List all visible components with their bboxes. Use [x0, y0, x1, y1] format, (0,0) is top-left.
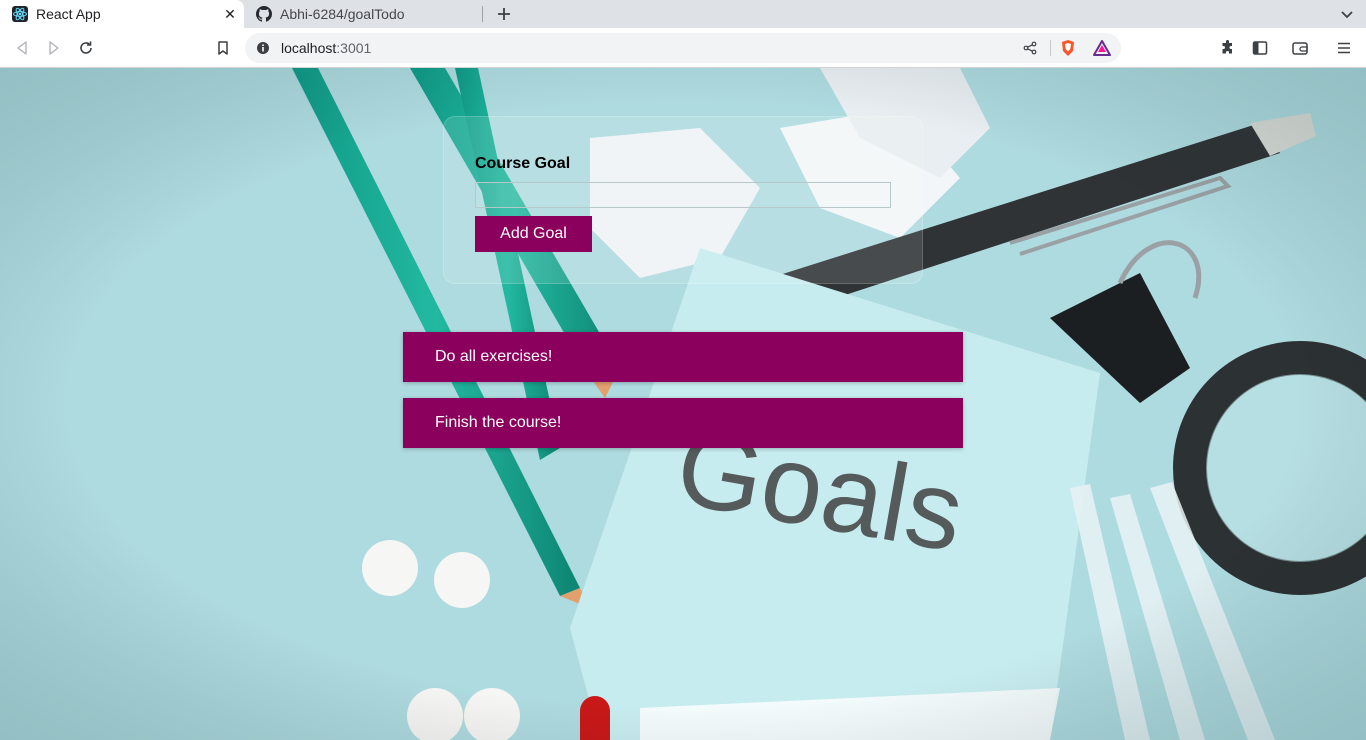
wallet-icon[interactable] [1289, 37, 1311, 59]
forward-icon[interactable] [43, 37, 65, 59]
divider [1050, 40, 1051, 56]
github-icon [256, 6, 272, 22]
goal-list-item[interactable]: Do all exercises! [403, 332, 963, 382]
tab-strip: React App ✕ Abhi-6284/goalTodo [0, 0, 1366, 28]
react-icon [12, 6, 28, 22]
course-goal-input[interactable] [475, 182, 891, 208]
tab-react-app[interactable]: React App ✕ [0, 0, 244, 28]
reload-icon[interactable] [75, 37, 97, 59]
goal-list-item[interactable]: Finish the course! [403, 398, 963, 448]
url-port: :3001 [336, 40, 372, 56]
course-goal-label: Course Goal [475, 155, 571, 172]
extensions-icon[interactable] [1217, 37, 1239, 59]
bookmark-icon[interactable] [212, 37, 234, 59]
tab-github[interactable]: Abhi-6284/goalTodo [244, 0, 484, 28]
brave-rewards-icon[interactable] [1093, 39, 1111, 57]
share-icon[interactable] [1021, 39, 1039, 57]
address-bar[interactable]: localhost:3001 [245, 33, 1121, 63]
brave-shields-icon[interactable] [1059, 39, 1077, 57]
add-goal-button[interactable]: Add Goal [475, 216, 592, 252]
url-host: localhost [281, 40, 337, 56]
chevron-down-icon[interactable] [1338, 5, 1356, 23]
tab-separator [482, 6, 483, 22]
back-icon[interactable] [11, 37, 33, 59]
menu-icon[interactable] [1333, 37, 1355, 59]
tab-title: Abhi-6284/goalTodo [280, 6, 405, 22]
site-info-icon[interactable] [255, 40, 271, 56]
browser-toolbar: localhost:3001 [0, 28, 1366, 68]
url-text: localhost:3001 [281, 40, 371, 56]
sidebar-icon[interactable] [1249, 37, 1271, 59]
tab-title: React App [36, 6, 101, 22]
page-viewport: Goals Course Goal Add Goal Do all exerci… [0, 68, 1366, 740]
new-tab-icon[interactable] [494, 4, 514, 24]
close-tab-icon[interactable]: ✕ [222, 6, 238, 22]
